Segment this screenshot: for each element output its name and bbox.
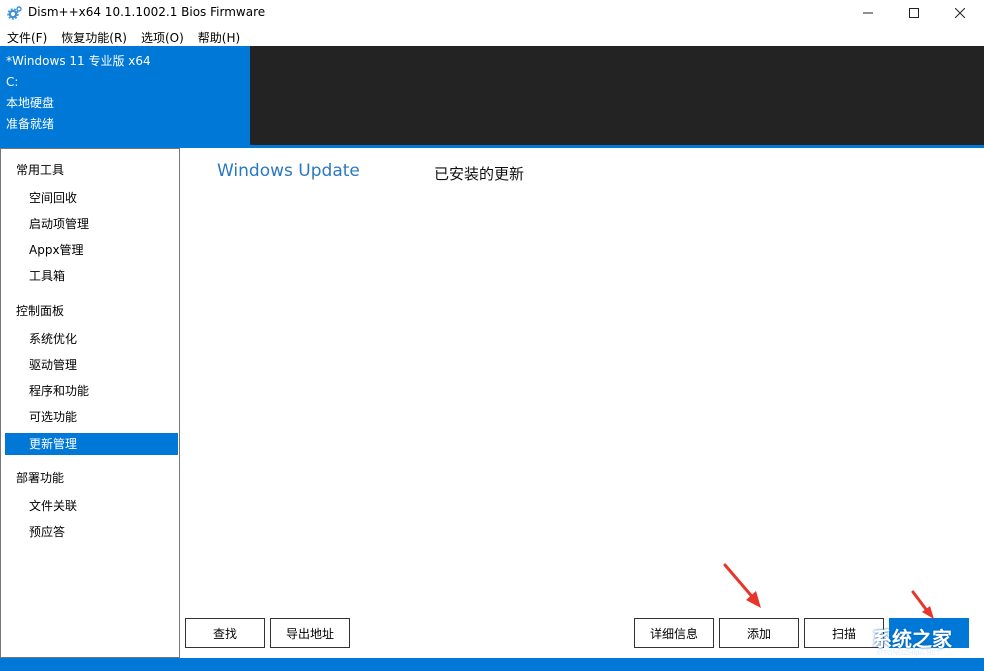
watermark-text: 系统之家 (872, 627, 952, 651)
gear-icon (7, 6, 22, 20)
sidebar-item-space-cleanup[interactable]: 空间回收 (5, 187, 178, 209)
sidebar-item-programs-features[interactable]: 程序和功能 (5, 380, 178, 402)
sidebar-item-driver-manager[interactable]: 驱动管理 (5, 354, 178, 376)
sidebar-item-startup-manager[interactable]: 启动项管理 (5, 213, 178, 235)
disk-label: 本地硬盘 (6, 96, 55, 110)
add-button[interactable]: 添加 (719, 618, 799, 648)
watermark-logo: 系统之家 XITONGZHIJIA.NET (862, 622, 984, 662)
drive-label: C: (6, 75, 19, 89)
sidebar-item-system-optimize[interactable]: 系统优化 (5, 328, 178, 350)
maximize-icon (909, 8, 919, 18)
sidebar-item-pre-answer[interactable]: 预应答 (5, 521, 178, 543)
sidebar-item-toolbox[interactable]: 工具箱 (5, 265, 178, 287)
menu-help[interactable]: 帮助(H) (191, 26, 247, 46)
sidebar-item-update-manager[interactable]: 更新管理 (5, 433, 178, 455)
sidebar: 常用工具 空间回收 启动项管理 Appx管理 工具箱 控制面板 系统优化 驱动管… (0, 148, 180, 658)
session-list-panel (250, 46, 984, 145)
minimize-icon (863, 12, 873, 14)
sidebar-group-control-panel: 控制面板 (16, 304, 65, 318)
menu-restore[interactable]: 恢复功能(R) (54, 26, 134, 46)
sidebar-group-common-tools: 常用工具 (16, 163, 65, 177)
find-button[interactable]: 查找 (185, 618, 265, 648)
close-button[interactable] (937, 0, 983, 26)
minimize-button[interactable] (845, 0, 891, 26)
annotation-arrow-icon (911, 590, 934, 619)
annotation-arrow-icon (723, 563, 761, 608)
window-title: Dism++x64 10.1.1002.1 Bios Firmware (28, 5, 266, 19)
title-bar: Dism++x64 10.1.1002.1 Bios Firmware (0, 0, 984, 26)
status-bar (0, 658, 984, 671)
status-label: 准备就绪 (6, 117, 55, 131)
session-info-panel[interactable]: *Windows 11 专业版 x64 C: 本地硬盘 准备就绪 (0, 46, 250, 145)
menu-bar: 文件(F) 恢复功能(R) 选项(O) 帮助(H) (0, 26, 984, 46)
sidebar-item-appx-manager[interactable]: Appx管理 (5, 239, 178, 261)
sidebar-item-optional-features[interactable]: 可选功能 (5, 406, 178, 428)
tab-installed-updates[interactable]: 已安装的更新 (434, 163, 524, 184)
watermark-subtext: XITONGZHIJIA.NET (876, 649, 941, 657)
details-button[interactable]: 详细信息 (634, 618, 714, 648)
sidebar-item-file-association[interactable]: 文件关联 (5, 495, 178, 517)
menu-file[interactable]: 文件(F) (0, 26, 54, 46)
maximize-button[interactable] (891, 0, 937, 26)
os-label: *Windows 11 专业版 x64 (6, 54, 151, 68)
sidebar-group-deployment: 部署功能 (16, 471, 65, 485)
close-icon (955, 8, 965, 18)
tab-windows-update[interactable]: Windows Update (217, 161, 360, 181)
export-address-button[interactable]: 导出地址 (270, 618, 350, 648)
menu-options[interactable]: 选项(O) (134, 26, 191, 46)
